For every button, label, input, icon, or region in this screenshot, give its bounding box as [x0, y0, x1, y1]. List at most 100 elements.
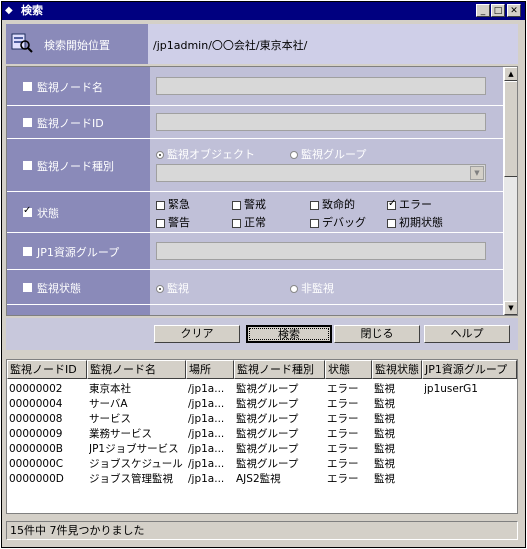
cell-location: /jp1a... — [188, 428, 225, 440]
col-header-node-type[interactable]: 監視ノード種別 — [234, 360, 325, 379]
row-node-name: 監視ノード名 — [7, 67, 503, 105]
table-row[interactable]: 0000000D ジョブス管理監視/jp1a... AJS2監視 エラー 監視 — [7, 472, 517, 487]
col-header-monitoring[interactable]: 監視状態 — [372, 360, 422, 379]
node-type-label: 監視ノード種別 — [37, 160, 114, 173]
table-row[interactable]: 00000002 東京本社/jp1a... 監視グループ エラー 監視 jp1userG1 — [7, 382, 517, 397]
radio-monitor-group-label: 監視グループ — [301, 148, 367, 161]
maximize-button[interactable]: □ — [491, 4, 505, 17]
scroll-up-icon[interactable]: ▲ — [504, 67, 517, 81]
radio-monitor-object[interactable]: 監視オブジェクト — [156, 146, 255, 162]
cell-node-type: 監視グループ — [236, 413, 299, 425]
table-row[interactable]: 00000009 業務サービス/jp1a... 監視グループ エラー 監視 — [7, 427, 517, 442]
cell-monitoring: 監視 — [374, 443, 395, 455]
checkbox-box — [310, 218, 319, 228]
radio-selected-dot — [156, 151, 164, 159]
checkbox-box — [232, 218, 241, 228]
node-id-label: 監視ノードID — [37, 117, 104, 130]
radio-dot — [290, 285, 298, 293]
state-normal-label: 正常 — [244, 216, 266, 229]
checkbox-box — [232, 200, 241, 210]
cell-node-type: AJS2監視 — [236, 473, 281, 485]
col-header-location[interactable]: 場所 — [186, 360, 234, 379]
cell-monitoring: 監視 — [374, 428, 395, 440]
state-alert[interactable]: 警戒 — [232, 196, 266, 212]
node-name-input[interactable] — [156, 77, 486, 95]
row-jp1-group: JP1資源グループ — [7, 233, 503, 269]
cell-node-type: 監視グループ — [236, 428, 299, 440]
value-cell — [150, 106, 503, 138]
condition-scrollbar[interactable]: ▲ ▼ — [504, 67, 517, 315]
node-id-input[interactable] — [156, 113, 486, 131]
help-button[interactable]: ヘルプ — [424, 325, 510, 343]
state-label: 状態 — [37, 207, 59, 220]
radio-monitoring-label: 監視 — [167, 282, 189, 295]
cell-state: エラー — [327, 428, 359, 440]
cell-node-name: 業務サービス — [89, 428, 152, 440]
value-cell — [150, 305, 503, 315]
radio-monitor-group[interactable]: 監視グループ — [290, 146, 366, 162]
state-alert-label: 警戒 — [244, 198, 266, 211]
results-table: 監視ノードID 監視ノード名 場所 監視ノード種別 状態 監視状態 JP1資源グ… — [6, 359, 518, 514]
table-row[interactable]: 0000000C ジョブスケジュール/jp1a... 監視グループ エラー 監視 — [7, 457, 517, 472]
col-header-node-id[interactable]: 監視ノードID — [7, 360, 87, 379]
chevron-down-icon[interactable]: ▼ — [470, 166, 484, 180]
node-name-label: 監視ノード名 — [37, 81, 103, 94]
cell-monitoring: 監視 — [374, 383, 395, 395]
monitoring-state-checkbox[interactable] — [23, 283, 32, 292]
scroll-thumb[interactable] — [504, 81, 517, 177]
value-cell — [150, 67, 503, 105]
value-cell: 監視 非監視 — [150, 270, 503, 304]
table-row[interactable]: 00000008 サービス/jp1a... 監視グループ エラー 監視 — [7, 412, 517, 427]
cell-node-name: 東京本社 — [89, 383, 131, 395]
cell-monitoring: 監視 — [374, 398, 395, 410]
cell-location: /jp1a... — [188, 383, 225, 395]
condition-pane: 監視ノード名 監視ノードID 監視ノード種別 監視オブジェクト 監視グループ ▼ — [6, 66, 518, 316]
minimize-button[interactable]: _ — [476, 4, 490, 17]
node-name-checkbox[interactable] — [23, 82, 32, 91]
status-bar: 15件中 7件見つかりました — [6, 521, 518, 540]
cell-location: /jp1a... — [188, 473, 225, 485]
checkbox-box — [156, 218, 165, 228]
close-button[interactable]: 閉じる — [334, 325, 420, 343]
state-critical[interactable]: 致命的 — [310, 196, 355, 212]
col-header-state[interactable]: 状態 — [325, 360, 372, 379]
search-icon — [11, 33, 33, 53]
state-initial[interactable]: 初期状態 — [387, 214, 443, 230]
title-bar[interactable]: ◆ 検索 _ □ ✕ — [2, 2, 525, 20]
jp1-group-input[interactable] — [156, 242, 486, 260]
close-window-button[interactable]: ✕ — [507, 4, 521, 17]
state-checkbox[interactable] — [23, 205, 32, 217]
node-id-checkbox[interactable] — [23, 118, 32, 127]
checkbox-box — [387, 198, 396, 210]
jp1-group-label: JP1資源グループ — [37, 246, 120, 259]
cell-node-name: ジョブス管理監視 — [89, 473, 173, 485]
row-state: 状態 緊急 警戒 致命的 エラー 警告 正常 デバッグ 初期状態 — [7, 192, 503, 232]
search-button[interactable]: 検索 — [246, 325, 332, 343]
table-row[interactable]: 0000000B JP1ジョブサービス/jp1a... 監視グループ エラー 監視 — [7, 442, 517, 457]
col-header-node-name[interactable]: 監視ノード名 — [87, 360, 186, 379]
radio-not-monitoring[interactable]: 非監視 — [290, 280, 334, 296]
table-row[interactable]: 00000004 サーバA/jp1a... 監視グループ エラー 監視 — [7, 397, 517, 412]
state-emergency[interactable]: 緊急 — [156, 196, 190, 212]
cell-monitoring: 監視 — [374, 458, 395, 470]
clear-button[interactable]: クリア — [154, 325, 240, 343]
node-type-checkbox[interactable] — [23, 161, 32, 170]
cell-node-id: 00000004 — [9, 398, 63, 410]
state-debug[interactable]: デバッグ — [310, 214, 366, 230]
cell-node-name: サーバA — [89, 398, 128, 410]
search-start-path: /jp1admin/〇〇会社/東京本社/ — [153, 39, 308, 52]
scroll-down-icon[interactable]: ▼ — [504, 301, 517, 315]
cell-monitoring: 監視 — [374, 473, 395, 485]
app-icon: ◆ — [5, 5, 13, 16]
radio-monitoring[interactable]: 監視 — [156, 280, 189, 296]
cell-jp1-group: jp1userG1 — [424, 383, 478, 395]
node-type-dropdown[interactable]: ▼ — [156, 164, 486, 182]
checkbox-box — [387, 218, 396, 228]
col-header-jp1-group[interactable]: JP1資源グループ — [422, 360, 517, 379]
state-warning[interactable]: 警告 — [156, 214, 190, 230]
window-title: 検索 — [21, 4, 43, 17]
jp1-group-checkbox[interactable] — [23, 247, 32, 256]
label-cell: 監視状態 — [7, 270, 150, 304]
state-normal[interactable]: 正常 — [232, 214, 266, 230]
state-error[interactable]: エラー — [387, 196, 432, 212]
